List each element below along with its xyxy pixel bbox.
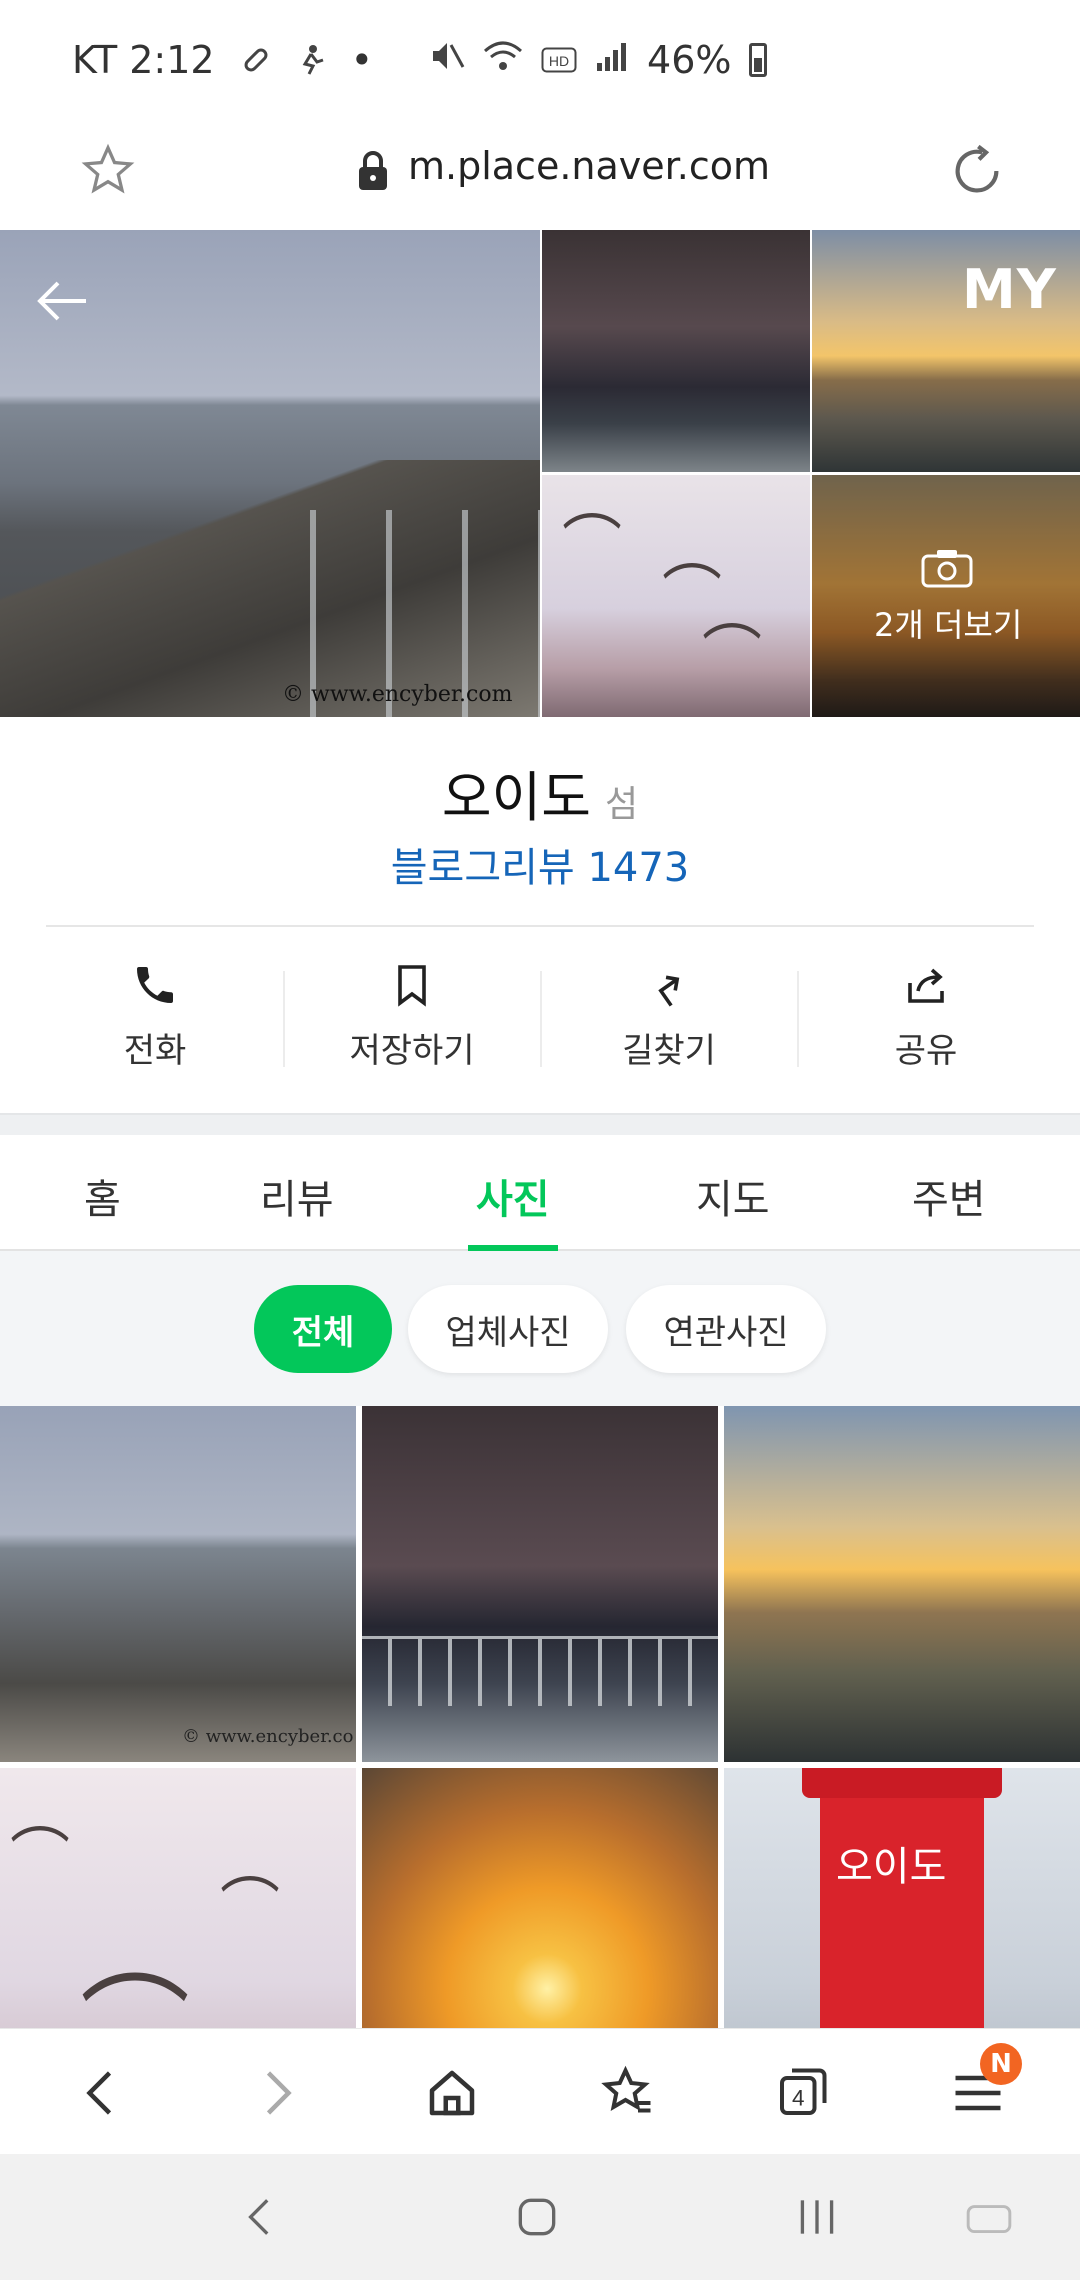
photo-grid: © www.encyber.co ⌒ ⌒ ⌒ 오이도 bbox=[0, 1406, 1080, 2028]
browser-bottom-bar: 4 N bbox=[0, 2028, 1080, 2154]
save-label: 저장하기 bbox=[349, 1031, 475, 1071]
status-bar: KT 2:12 • HD 46% bbox=[0, 0, 1080, 120]
call-button[interactable]: 전화 bbox=[26, 961, 284, 1071]
system-back-icon[interactable] bbox=[236, 2192, 286, 2242]
tab-review[interactable]: 리뷰 bbox=[260, 1167, 334, 1225]
place-info: 오이도 섬 블로그리뷰 1473 전화 저장하기 길찾기 공유 bbox=[0, 717, 1080, 1113]
place-category: 섬 bbox=[604, 784, 639, 825]
wifi-icon bbox=[483, 38, 523, 82]
share-icon bbox=[908, 968, 944, 1003]
carrier-time: KT 2:12 bbox=[72, 38, 215, 82]
tab-map[interactable]: 지도 bbox=[696, 1167, 770, 1225]
svg-text:HD: HD bbox=[549, 53, 569, 69]
clip-icon bbox=[241, 45, 271, 75]
keyboard-toggle-icon[interactable] bbox=[964, 2192, 1014, 2242]
filter-all[interactable]: 전체 bbox=[254, 1285, 392, 1373]
photo-filter-bar: 전체 업체사진 연관사진 bbox=[0, 1251, 1080, 1406]
battery-icon bbox=[749, 43, 768, 77]
directions-label: 길찾기 bbox=[622, 1031, 716, 1071]
grid-photo[interactable] bbox=[362, 1406, 718, 1762]
photo-watermark: © www.encyber.com bbox=[282, 682, 513, 707]
section-separator bbox=[0, 1113, 1080, 1135]
place-name: 오이도 bbox=[441, 766, 591, 829]
tabs-icon[interactable]: 4 bbox=[772, 2063, 832, 2123]
lighthouse-top bbox=[802, 1768, 1002, 1798]
home-icon[interactable] bbox=[422, 2063, 482, 2123]
seagull-glyph: ⌒ bbox=[80, 1964, 190, 2028]
seagull-glyph: ⌒ bbox=[562, 509, 622, 579]
system-recents-icon[interactable] bbox=[792, 2192, 842, 2242]
tab-home[interactable]: 홈 bbox=[84, 1167, 121, 1225]
person-run-icon bbox=[297, 44, 325, 76]
system-home-icon[interactable] bbox=[512, 2192, 562, 2242]
signal-icon bbox=[595, 38, 629, 82]
directions-icon bbox=[658, 975, 680, 1007]
forward-icon[interactable] bbox=[246, 2063, 306, 2123]
directions-button[interactable]: 길찾기 bbox=[540, 961, 798, 1071]
lighthouse bbox=[820, 1768, 984, 2028]
share-label: 공유 bbox=[894, 1031, 958, 1071]
grid-photo[interactable] bbox=[724, 1406, 1080, 1762]
gallery-photo-more[interactable] bbox=[812, 475, 1080, 717]
divider bbox=[46, 925, 1034, 927]
favorite-star-icon[interactable] bbox=[80, 142, 136, 198]
grid-photo[interactable]: 오이도 bbox=[724, 1768, 1080, 2028]
filter-related-photos[interactable]: 연관사진 bbox=[626, 1285, 826, 1373]
dot-icon: • bbox=[350, 38, 374, 82]
tab-nearby[interactable]: 주변 bbox=[912, 1167, 986, 1225]
system-nav-bar bbox=[0, 2154, 1080, 2280]
gallery-photo-seagulls[interactable]: ⌒ ⌒ ⌒ bbox=[542, 475, 810, 717]
bookmark-icon bbox=[398, 965, 426, 1007]
lock-icon bbox=[359, 151, 387, 190]
save-button[interactable]: 저장하기 bbox=[283, 961, 541, 1071]
tab-bar: 홈 리뷰 사진 지도 주변 bbox=[0, 1135, 1080, 1251]
photo-watermark: © www.encyber.co bbox=[182, 1726, 354, 1747]
battery-percent: 46% bbox=[647, 38, 732, 82]
tab-photos[interactable]: 사진 bbox=[476, 1167, 550, 1225]
tabs-count: 4 bbox=[792, 2086, 805, 2111]
lighthouse-text: 오이도 bbox=[836, 1844, 947, 1890]
seagull-glyph: ⌒ bbox=[702, 619, 762, 689]
my-button[interactable]: MY bbox=[962, 258, 1057, 321]
seagull-glyph: ⌒ bbox=[10, 1822, 70, 1892]
phone-icon bbox=[137, 967, 173, 1003]
reload-icon[interactable] bbox=[946, 140, 1008, 202]
mute-icon bbox=[429, 38, 465, 82]
blog-review-link[interactable]: 블로그리뷰 1473 bbox=[0, 835, 1080, 893]
place-title-row: 오이도 섬 bbox=[0, 753, 1080, 832]
bookmarks-star-icon[interactable] bbox=[598, 2063, 658, 2123]
back-icon[interactable] bbox=[72, 2063, 132, 2123]
filter-business-photos[interactable]: 업체사진 bbox=[408, 1285, 608, 1373]
share-button[interactable]: 공유 bbox=[797, 961, 1055, 1071]
grid-photo[interactable] bbox=[362, 1768, 718, 2028]
more-photos-label[interactable]: 2개 더보기 bbox=[874, 600, 1022, 646]
browser-url-bar: m.place.naver.com bbox=[0, 120, 1080, 230]
menu-badge: N bbox=[980, 2043, 1022, 2085]
url-text[interactable]: m.place.naver.com bbox=[408, 144, 770, 188]
hd-icon: HD bbox=[541, 38, 577, 82]
grid-photo[interactable]: ⌒ ⌒ ⌒ bbox=[0, 1768, 356, 2028]
call-label: 전화 bbox=[123, 1031, 187, 1071]
camera-icon bbox=[921, 550, 973, 588]
back-arrow-icon[interactable] bbox=[30, 268, 96, 334]
seagull-glyph: ⌒ bbox=[220, 1872, 280, 1942]
gallery-photo-night[interactable] bbox=[542, 230, 810, 472]
grid-photo[interactable]: © www.encyber.co bbox=[0, 1406, 356, 1762]
